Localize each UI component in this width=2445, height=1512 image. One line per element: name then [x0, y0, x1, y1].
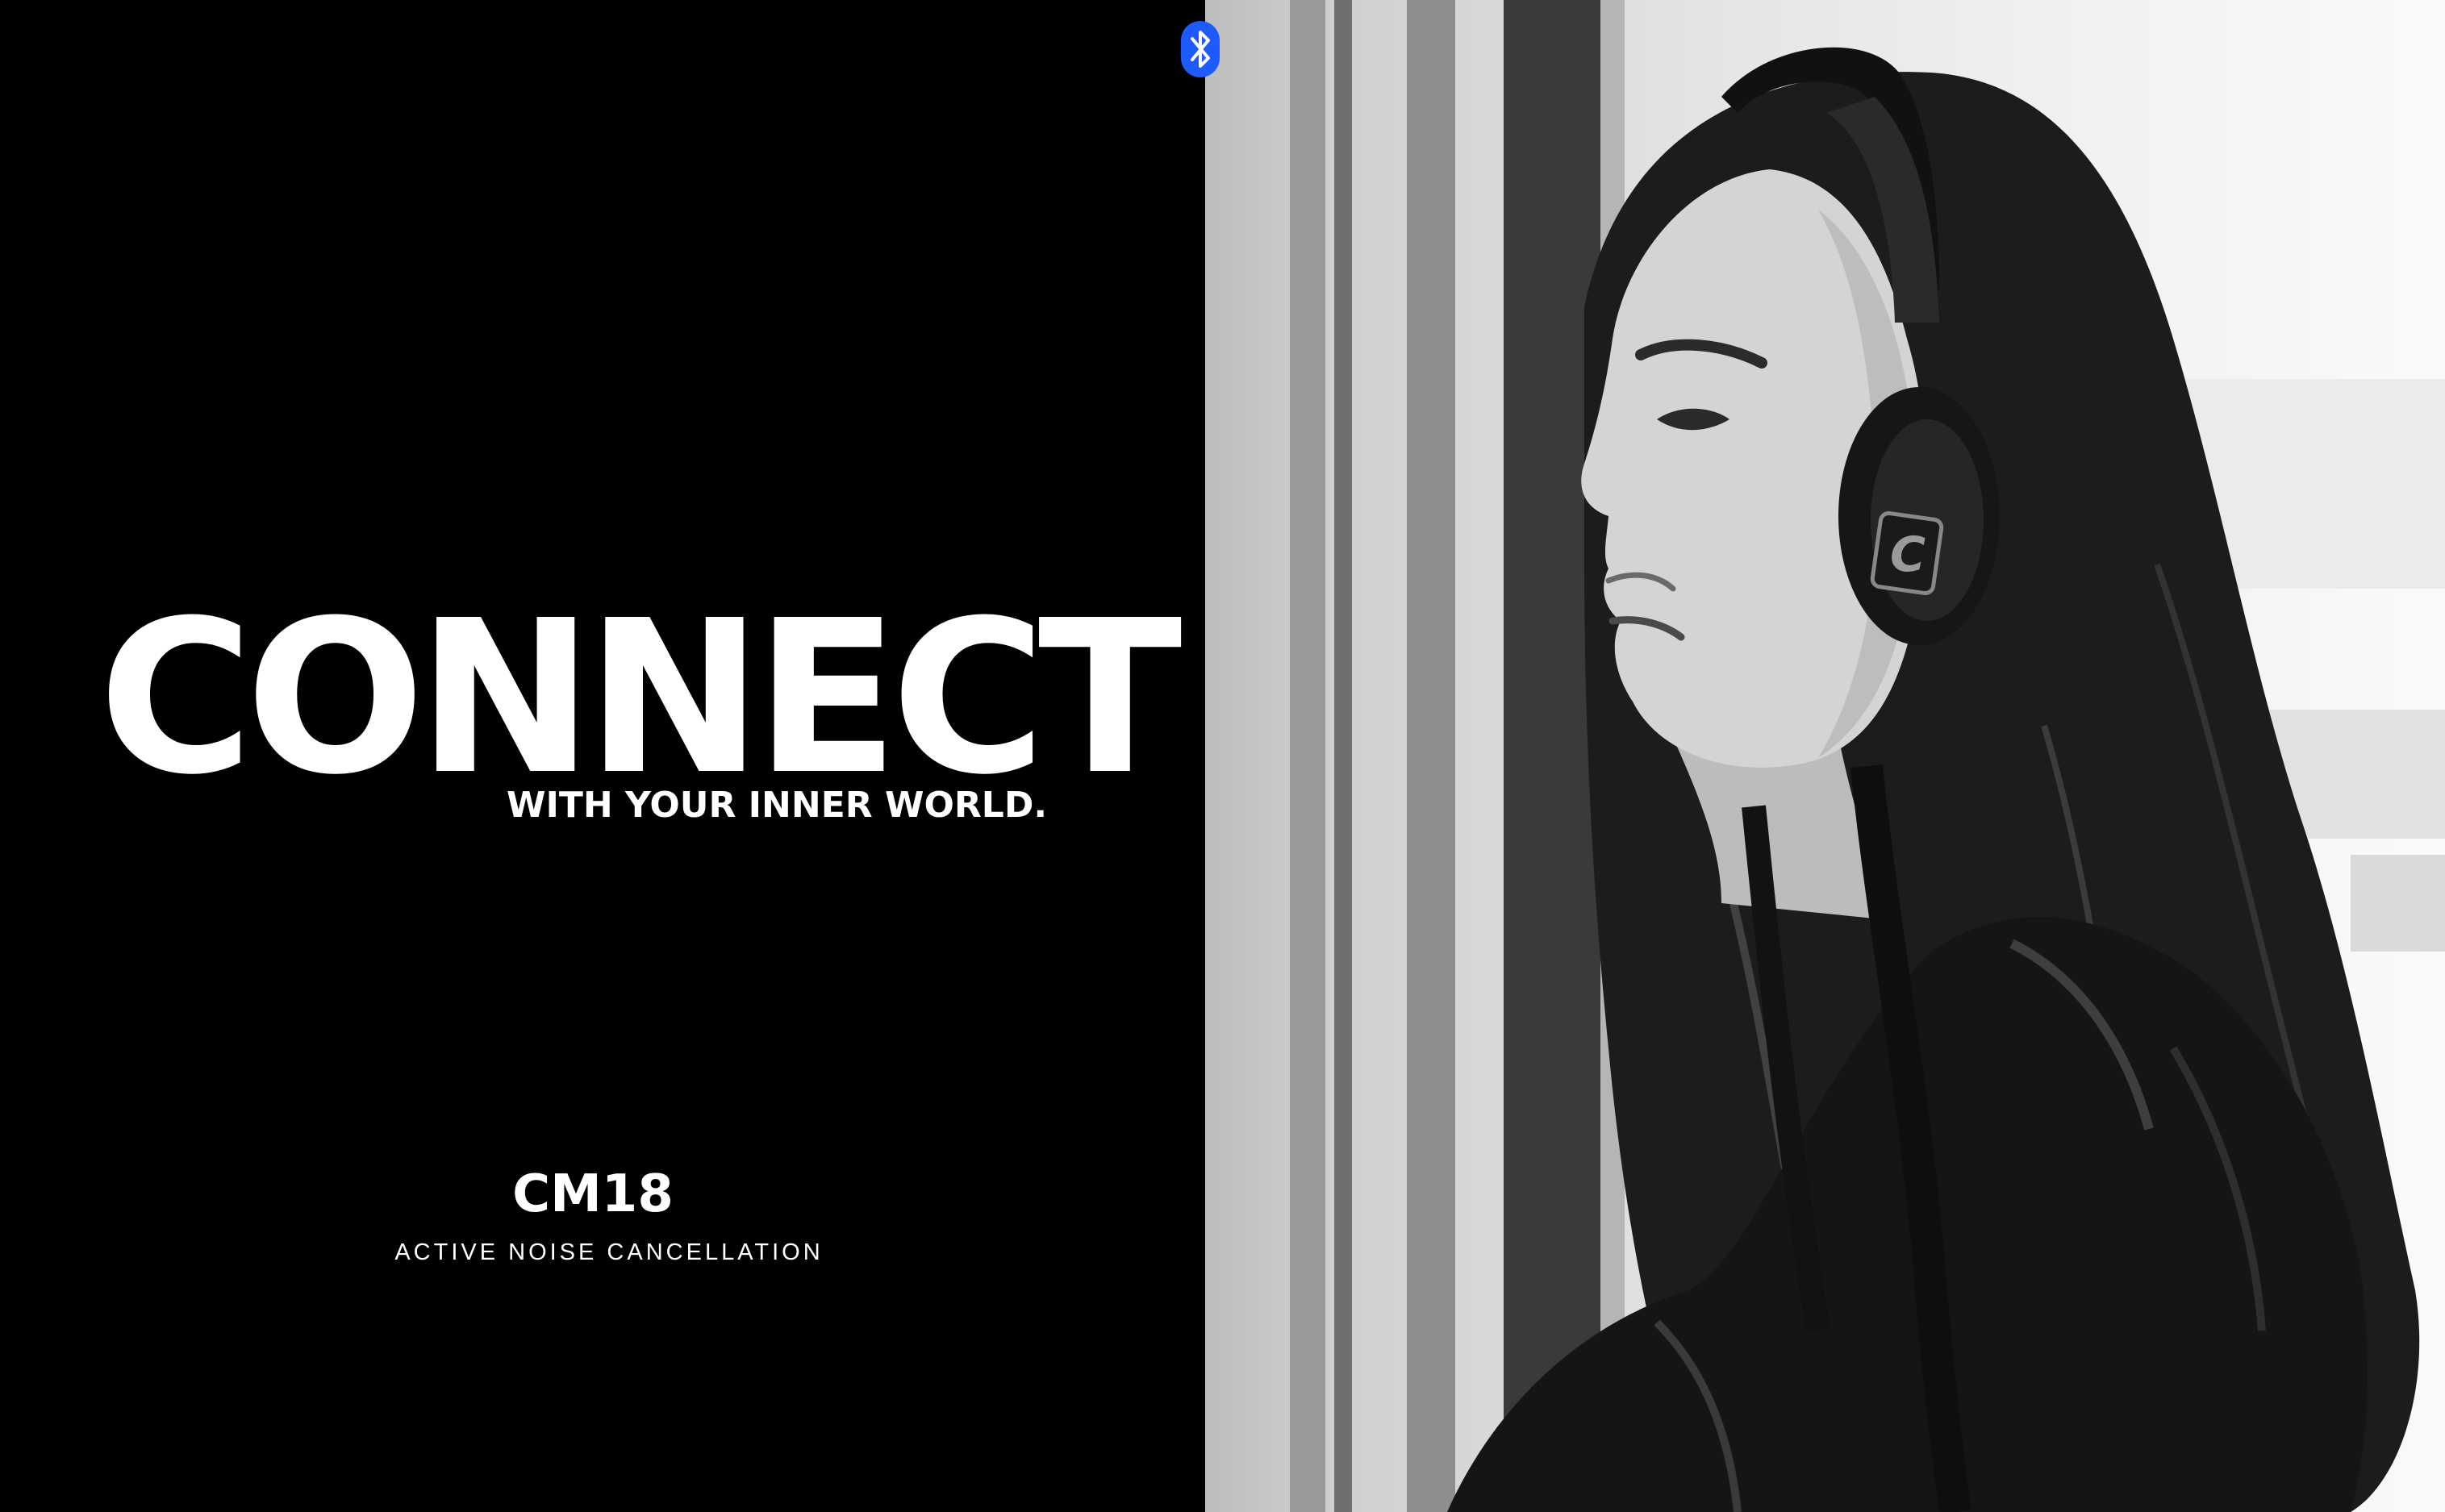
ad-page: CONNECT WITH YOUR INNER WORLD. CM18 ACTI… [0, 0, 2445, 1512]
tagline: WITH YOUR INNER WORLD. [507, 785, 1048, 826]
window-frame [1407, 0, 1455, 1512]
product-model: CM18 [512, 1164, 674, 1224]
window-frame [1290, 0, 1325, 1512]
window-frame [1334, 0, 1352, 1512]
window-frame [1504, 0, 1600, 1512]
headline: CONNECT [98, 575, 1183, 821]
bluetooth-icon [1191, 31, 1210, 68]
black-text-panel: CONNECT WITH YOUR INNER WORLD. CM18 ACTI… [0, 0, 1205, 1512]
headphone-logo-letter: C [1890, 527, 1926, 583]
bluetooth-badge [1181, 21, 1220, 77]
woman-with-headphones-photo: C [1290, 0, 2445, 1512]
product-feature: ACTIVE NOISE CANCELLATION [394, 1239, 824, 1265]
photo-panel: C [1205, 0, 2445, 1512]
